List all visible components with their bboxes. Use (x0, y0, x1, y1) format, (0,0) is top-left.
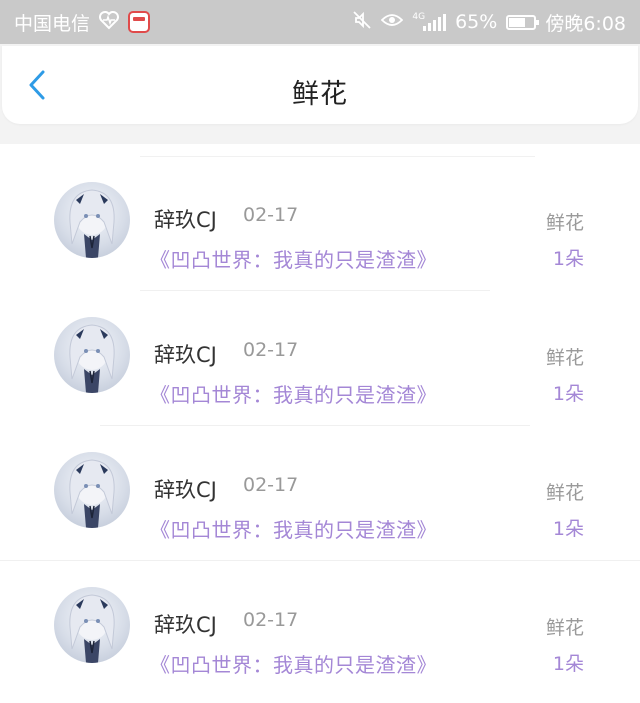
page-title: 鲜花 (292, 79, 348, 110)
list-item[interactable]: 辞玖CJ 02-17 《凹凸世界：我真的只是渣渣》 鲜花 1朵 (0, 279, 640, 426)
gift-type: 鲜花 (545, 212, 584, 234)
username: 辞玖CJ (154, 343, 217, 367)
gift-count: 1朵 (552, 518, 584, 540)
avatar[interactable] (54, 182, 130, 258)
book-title-link[interactable]: 《凹凸世界：我真的只是渣渣》 (150, 649, 437, 678)
book-title-link[interactable]: 《凹凸世界：我真的只是渣渣》 (150, 514, 437, 543)
carrier-label: 中国电信 (14, 12, 91, 35)
battery-percent: 65% (455, 11, 498, 33)
gift-type: 鲜花 (545, 617, 584, 639)
signal-strength-icon: 4G (412, 12, 447, 31)
heart-monitor-icon (98, 10, 120, 35)
battery-icon (506, 14, 540, 30)
header-card: 鲜花 (2, 46, 638, 124)
username: 辞玖CJ (154, 478, 217, 502)
gift-count: 1朵 (552, 383, 584, 405)
list-item[interactable]: 辞玖CJ 02-17 《凹凸世界：我真的只是渣渣》 鲜花 1朵 (0, 414, 640, 561)
gift-date: 02-17 (243, 474, 299, 496)
gift-date: 02-17 (243, 609, 299, 631)
avatar[interactable] (54, 317, 130, 393)
status-bar: 中国电信 4G 65% 傍晚6:08 (0, 0, 640, 44)
gift-date: 02-17 (243, 204, 299, 226)
gift-count: 1朵 (552, 653, 584, 675)
list-item[interactable]: 辞玖CJ 02-17 《凹凸世界：我真的只是渣渣》 鲜花 1朵 (0, 549, 640, 684)
gift-date: 02-17 (243, 339, 299, 361)
list-item[interactable]: 辞玖CJ 02-17 《凹凸世界：我真的只是渣渣》 鲜花 1朵 (0, 144, 640, 291)
avatar[interactable] (54, 452, 130, 528)
book-title-link[interactable]: 《凹凸世界：我真的只是渣渣》 (150, 379, 437, 408)
gift-type: 鲜花 (545, 482, 584, 504)
header: 鲜花 (0, 44, 640, 144)
username: 辞玖CJ (154, 613, 217, 637)
network-type-label: 4G (412, 12, 426, 22)
app-notification-icon (128, 11, 151, 33)
gift-type: 鲜花 (545, 347, 584, 369)
gift-count: 1朵 (552, 248, 584, 270)
status-left: 中国电信 (14, 9, 151, 36)
eye-icon (381, 11, 404, 33)
clock: 傍晚6:08 (545, 12, 626, 35)
book-title-link[interactable]: 《凹凸世界：我真的只是渣渣》 (150, 244, 437, 273)
mute-icon (352, 10, 372, 35)
status-right: 4G 65% 傍晚6:08 (352, 9, 626, 36)
battery-fill (509, 17, 526, 27)
avatar[interactable] (54, 587, 130, 663)
username: 辞玖CJ (154, 208, 217, 232)
